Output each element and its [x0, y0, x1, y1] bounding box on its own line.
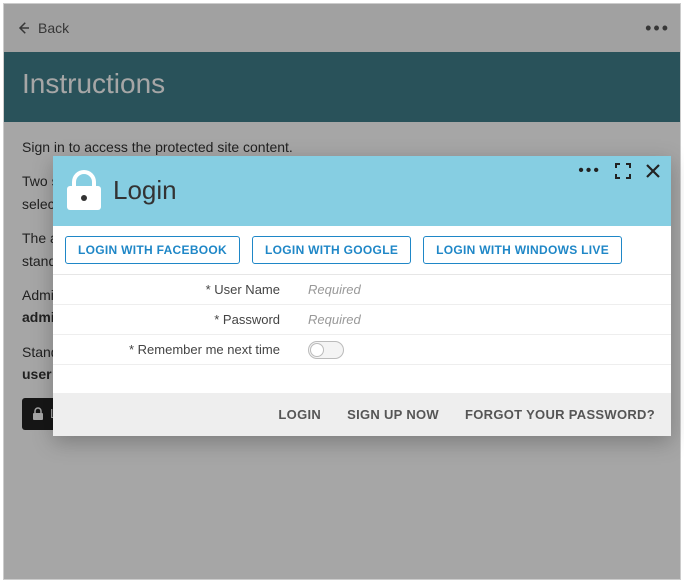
remember-row: * Remember me next time [53, 335, 671, 365]
password-input[interactable]: Required [298, 312, 671, 327]
lock-icon [67, 170, 101, 210]
username-input[interactable]: Required [298, 282, 671, 297]
signup-button[interactable]: SIGN UP NOW [347, 407, 439, 422]
login-google-button[interactable]: LOGIN WITH GOOGLE [252, 236, 411, 264]
modal-footer: LOGIN SIGN UP NOW FORGOT YOUR PASSWORD? [53, 393, 671, 436]
password-label: * Password [53, 312, 298, 327]
login-modal: Login ••• LOGIN WITH FACEBOOK LOGIN WITH… [53, 156, 671, 436]
fullscreen-icon[interactable] [615, 163, 631, 179]
modal-title: Login [113, 175, 177, 206]
close-icon[interactable] [645, 163, 661, 179]
password-row: * Password Required [53, 305, 671, 335]
login-windows-live-button[interactable]: LOGIN WITH WINDOWS LIVE [423, 236, 622, 264]
forgot-password-button[interactable]: FORGOT YOUR PASSWORD? [465, 407, 655, 422]
modal-header: Login ••• [53, 156, 671, 226]
modal-more-icon[interactable]: ••• [578, 162, 601, 180]
username-label: * User Name [53, 282, 298, 297]
login-button[interactable]: LOGIN [278, 407, 321, 422]
login-facebook-button[interactable]: LOGIN WITH FACEBOOK [65, 236, 240, 264]
remember-toggle[interactable] [308, 341, 344, 359]
oauth-row: LOGIN WITH FACEBOOK LOGIN WITH GOOGLE LO… [53, 226, 671, 275]
username-row: * User Name Required [53, 275, 671, 305]
remember-label: * Remember me next time [53, 342, 298, 357]
